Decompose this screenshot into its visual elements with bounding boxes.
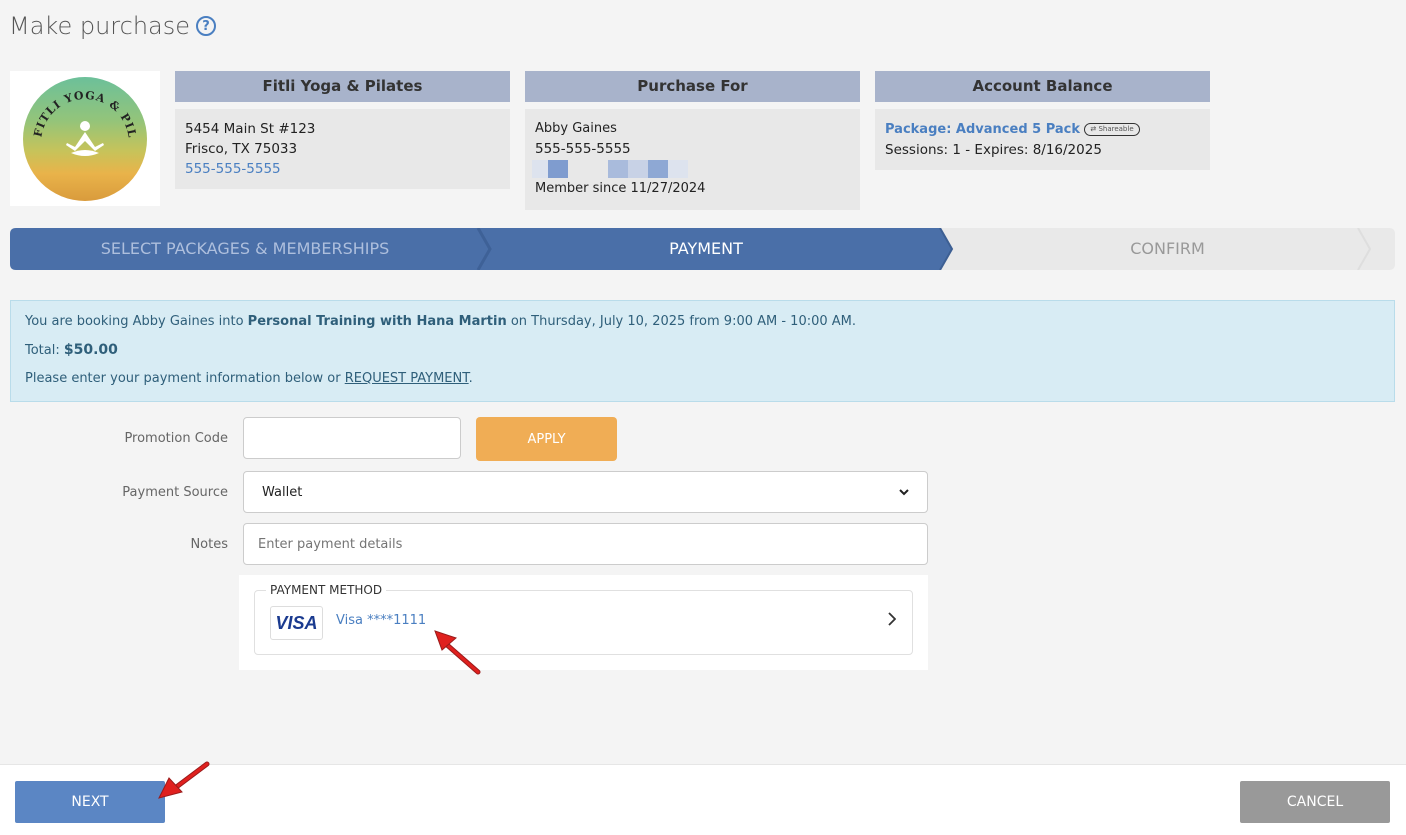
booking-total: Total: $50.00 (25, 343, 1380, 358)
step-confirm[interactable]: CONFIRM (940, 228, 1395, 270)
logo-art: FITLI YOGA & PILATES (23, 77, 139, 156)
promo-code-label: Promotion Code (124, 431, 228, 446)
payment-instruction-suffix: . (468, 371, 473, 386)
next-button[interactable]: NEXT (15, 781, 165, 823)
chevron-down-icon (899, 488, 909, 495)
booking-summary: You are booking Abby Gaines into Persona… (25, 315, 1380, 329)
client-name: Abby Gaines (535, 121, 617, 136)
studio-phone-link[interactable]: 555-555-5555 (185, 159, 500, 179)
booking-info-alert: You are booking Abby Gaines into Persona… (10, 300, 1395, 402)
help-icon[interactable]: ? (196, 16, 217, 36)
cancel-button[interactable]: CANCEL (1240, 781, 1390, 823)
account-balance-card: Account Balance Package: Advanced 5 Pack… (875, 71, 1210, 170)
logo-image: FITLI YOGA & PILATES (23, 76, 147, 201)
request-payment-link[interactable]: REQUEST PAYMENT (345, 371, 469, 386)
payment-method-card[interactable]: VISA Visa ****1111 (254, 590, 913, 655)
studio-info: 5454 Main St #123 Frisco, TX 75033 555-5… (175, 109, 510, 189)
studio-name: Fitli Yoga & Pilates (175, 71, 510, 102)
total-label: Total: (25, 343, 64, 358)
account-balance-info: Package: Advanced 5 Pack ⇄ Shareable Ses… (875, 109, 1210, 170)
payment-instruction-prefix: Please enter your payment information be… (25, 371, 345, 386)
redacted-email (532, 159, 850, 179)
purchase-for-header: Purchase For (525, 71, 860, 102)
booking-summary-prefix: You are booking Abby Gaines into (25, 314, 248, 329)
package-name[interactable]: Package: Advanced 5 Pack (885, 122, 1080, 137)
payment-source-select[interactable]: Wallet (243, 471, 928, 513)
footer-bar: NEXT CANCEL (0, 764, 1406, 835)
sessions-expires: Sessions: 1 - Expires: 8/16/2025 (885, 142, 1102, 158)
booking-summary-suffix: on Thursday, July 10, 2025 from 9:00 AM … (506, 314, 857, 329)
payment-instruction: Please enter your payment information be… (25, 372, 1380, 386)
step-payment[interactable]: PAYMENT (480, 228, 932, 270)
card-label: Visa ****1111 (336, 613, 427, 628)
booking-class-name: Personal Training with Hana Martin (247, 314, 507, 329)
studio-card: Fitli Yoga & Pilates 5454 Main St #123 F… (175, 71, 510, 189)
visa-icon: VISA (270, 606, 323, 640)
promo-code-input[interactable] (243, 417, 461, 459)
payment-source-value: Wallet (262, 484, 303, 500)
step-select-packages[interactable]: SELECT PACKAGES & MEMBERSHIPS (10, 228, 480, 270)
studio-address-line1: 5454 Main St #123 (185, 121, 316, 137)
page-title-text: Make purchase (9, 12, 191, 40)
purchase-for-info: Abby Gaines 555-555-5555 Member since 11… (525, 109, 860, 210)
studio-logo: FITLI YOGA & PILATES (10, 71, 160, 206)
studio-address-line2: Frisco, TX 75033 (185, 141, 298, 157)
notes-input[interactable] (243, 523, 928, 565)
client-phone: 555-555-5555 (535, 141, 631, 157)
apply-button[interactable]: APPLY (476, 417, 617, 461)
payment-method-label: PAYMENT METHOD (266, 583, 387, 597)
payment-method-panel: VISA Visa ****1111 PAYMENT METHOD (239, 575, 928, 670)
checkout-stepper: SELECT PACKAGES & MEMBERSHIPS PAYMENT CO… (10, 228, 1395, 270)
payment-source-label: Payment Source (122, 485, 228, 500)
total-value: $50.00 (63, 342, 118, 358)
member-since: Member since 11/27/2024 (535, 181, 706, 196)
account-balance-header: Account Balance (875, 71, 1210, 102)
notes-label: Notes (190, 537, 228, 552)
chevron-right-icon (888, 612, 896, 626)
logo-text: FITLI YOGA & PILATES (23, 77, 138, 139)
shareable-badge: ⇄ Shareable (1084, 122, 1140, 136)
svg-text:FITLI YOGA & PILATES: FITLI YOGA & PILATES (23, 77, 139, 139)
purchase-for-card: Purchase For Abby Gaines 555-555-5555 Me… (525, 71, 860, 210)
share-icon: ⇄ (1090, 124, 1097, 133)
page-title: Make purchase ? (9, 12, 217, 40)
shareable-label: Shareable (1098, 124, 1134, 133)
